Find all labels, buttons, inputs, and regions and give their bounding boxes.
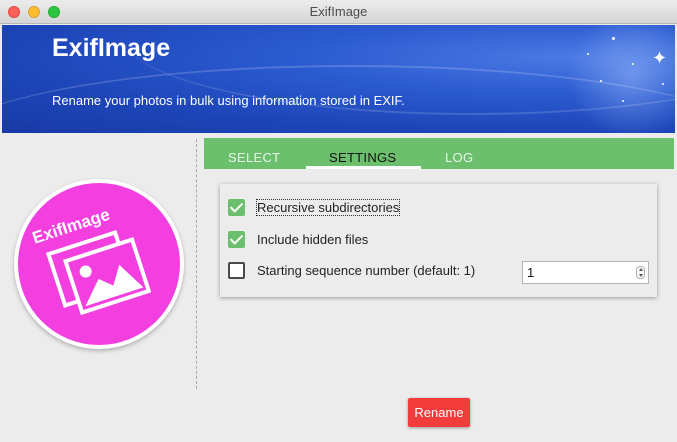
sequence-option[interactable]: Starting sequence number (default: 1) <box>228 262 508 280</box>
active-tab-indicator <box>306 166 421 169</box>
app-name: ExifImage <box>52 34 171 62</box>
sequence-number-value[interactable]: 1 <box>527 265 534 280</box>
sequence-checkbox[interactable] <box>228 262 245 279</box>
panel-divider <box>196 139 197 389</box>
tab-log[interactable]: LOG <box>445 150 473 165</box>
stepper-arrows-icon[interactable] <box>636 266 645 279</box>
photo-frame-front <box>62 237 152 316</box>
banner-star <box>612 37 615 40</box>
hidden-files-label[interactable]: Include hidden files <box>257 232 368 247</box>
banner-star <box>600 80 602 82</box>
logo-disc: ExifImage <box>18 183 180 345</box>
header-banner: ✦ ExifImage Rename your photos in bulk u… <box>2 25 675 133</box>
logo-text: ExifImage <box>30 205 112 248</box>
photo-stack-icon: ExifImage <box>30 205 152 316</box>
banner-star <box>632 63 634 65</box>
recursive-checkbox[interactable] <box>228 199 245 216</box>
rename-button[interactable]: Rename <box>408 398 470 427</box>
app-logo: ExifImage <box>14 179 184 349</box>
tab-select[interactable]: SELECT <box>228 150 280 165</box>
settings-panel: Recursive subdirectories Include hidden … <box>220 184 657 297</box>
banner-star <box>587 53 589 55</box>
app-tagline: Rename your photos in bulk using informa… <box>52 93 405 108</box>
title-bar: ExifImage <box>0 0 677 24</box>
tab-bar: SELECT SETTINGS LOG <box>204 138 674 169</box>
hidden-files-option[interactable]: Include hidden files <box>228 231 428 249</box>
sequence-number-stepper[interactable]: 1 <box>522 261 649 284</box>
sparkle-icon: ✦ <box>652 48 668 68</box>
sequence-label[interactable]: Starting sequence number (default: 1) <box>257 263 475 278</box>
recursive-label[interactable]: Recursive subdirectories <box>255 199 401 216</box>
hidden-files-checkbox[interactable] <box>228 231 245 248</box>
banner-star <box>622 100 624 102</box>
recursive-option[interactable]: Recursive subdirectories <box>228 199 428 217</box>
window-title: ExifImage <box>309 4 368 19</box>
tab-settings[interactable]: SETTINGS <box>329 150 396 165</box>
banner-star <box>662 83 664 85</box>
